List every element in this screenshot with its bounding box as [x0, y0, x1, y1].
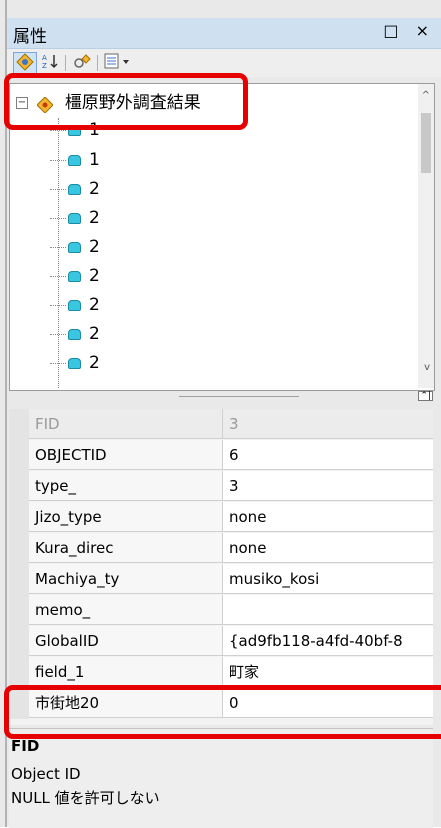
feature-label: 2 — [89, 208, 100, 228]
property-name: Kura_direc — [29, 533, 223, 563]
table-row[interactable]: field_1 町家 — [9, 657, 433, 688]
highlight-box — [4, 685, 441, 739]
tree-item[interactable]: 2 — [50, 322, 100, 346]
feature-label: 1 — [89, 150, 100, 170]
description-title: FID — [11, 737, 40, 755]
property-value[interactable]: 3 — [223, 409, 433, 439]
feature-icon — [68, 270, 81, 282]
feature-label: 2 — [89, 353, 100, 373]
list-view-icon[interactable] — [103, 52, 135, 74]
property-value[interactable]: none — [223, 533, 433, 563]
description-pane: FID Object ID NULL 値を許可しない — [9, 728, 433, 828]
tree-item[interactable]: 2 — [50, 177, 100, 201]
scroll-up-icon[interactable]: ^ — [422, 90, 430, 101]
property-value[interactable]: 町家 — [223, 657, 433, 687]
property-value[interactable] — [223, 595, 433, 625]
splitter-toggle-icon[interactable]: ⌃| — [418, 391, 433, 401]
property-name: field_1 — [29, 657, 223, 687]
property-value[interactable]: 3 — [223, 471, 433, 501]
property-value[interactable]: musiko_kosi — [223, 564, 433, 594]
feature-icon — [68, 212, 81, 224]
table-row[interactable]: Jizo_type none — [9, 502, 433, 533]
table-row[interactable]: Kura_direc none — [9, 533, 433, 564]
window-buttons[interactable]: □ × — [383, 21, 435, 40]
description-text: Object ID — [11, 765, 81, 783]
feature-icon — [68, 241, 81, 253]
feature-icon — [68, 328, 81, 340]
property-name: FID — [29, 409, 223, 439]
scroll-thumb[interactable] — [421, 113, 431, 173]
description-text: NULL 値を許可しない — [11, 789, 160, 807]
pane-splitter[interactable]: ⌃| — [9, 391, 433, 401]
property-name: Machiya_ty — [29, 564, 223, 594]
title-bar[interactable]: 属性 □ × — [7, 18, 441, 49]
tree-item[interactable]: 2 — [50, 264, 100, 288]
svg-text:Z: Z — [42, 62, 47, 70]
property-name: memo_ — [29, 595, 223, 625]
tree-scrollbar[interactable]: ^ v — [418, 84, 434, 388]
feature-label: 2 — [89, 266, 100, 286]
panel-title: 属性 — [13, 27, 47, 47]
property-value[interactable]: 6 — [223, 440, 433, 470]
toolbar-separator — [65, 55, 66, 71]
scroll-down-icon[interactable]: v — [424, 362, 430, 373]
property-value[interactable]: none — [223, 502, 433, 532]
table-row[interactable]: Machiya_ty musiko_kosi — [9, 564, 433, 595]
property-name: OBJECTID — [29, 440, 223, 470]
tree-item[interactable]: 2 — [50, 235, 100, 259]
svg-text:A: A — [42, 54, 47, 62]
property-name: GlobalID — [29, 626, 223, 656]
tree-item[interactable]: 1 — [50, 148, 100, 172]
feature-label: 2 — [89, 237, 100, 257]
splitter-grip[interactable] — [179, 396, 299, 397]
feature-icon — [68, 299, 81, 311]
highlight-box — [4, 73, 248, 130]
table-row[interactable]: type_ 3 — [9, 471, 433, 502]
table-row[interactable]: FID 3 — [9, 409, 433, 440]
feature-icon — [68, 154, 81, 166]
attributes-panel: 属性 □ × AZ − 橿原野外調査結果 1 1 2 2 2 2 2 2 2 ^… — [0, 0, 441, 828]
property-pages-icon[interactable] — [71, 52, 93, 74]
table-row[interactable]: OBJECTID 6 — [9, 440, 433, 471]
property-value[interactable]: {ad9fb118-a4fd-40bf-8 — [223, 626, 433, 656]
toolbar-separator — [97, 55, 98, 71]
tree-item[interactable]: 2 — [50, 351, 100, 375]
feature-icon — [68, 183, 81, 195]
sort-alpha-icon[interactable]: AZ — [39, 52, 61, 74]
feature-label: 2 — [89, 324, 100, 344]
tree-item[interactable]: 2 — [50, 293, 100, 317]
property-name: Jizo_type — [29, 502, 223, 532]
feature-label: 2 — [89, 179, 100, 199]
feature-label: 2 — [89, 295, 100, 315]
feature-icon — [68, 357, 81, 369]
table-row[interactable]: GlobalID {ad9fb118-a4fd-40bf-8 — [9, 626, 433, 657]
table-row[interactable]: memo_ — [9, 595, 433, 626]
property-grid: FID 3 OBJECTID 6 type_ 3 Jizo_type none Kura… — [9, 409, 433, 725]
tree-item[interactable]: 2 — [50, 206, 100, 230]
property-name: type_ — [29, 471, 223, 501]
